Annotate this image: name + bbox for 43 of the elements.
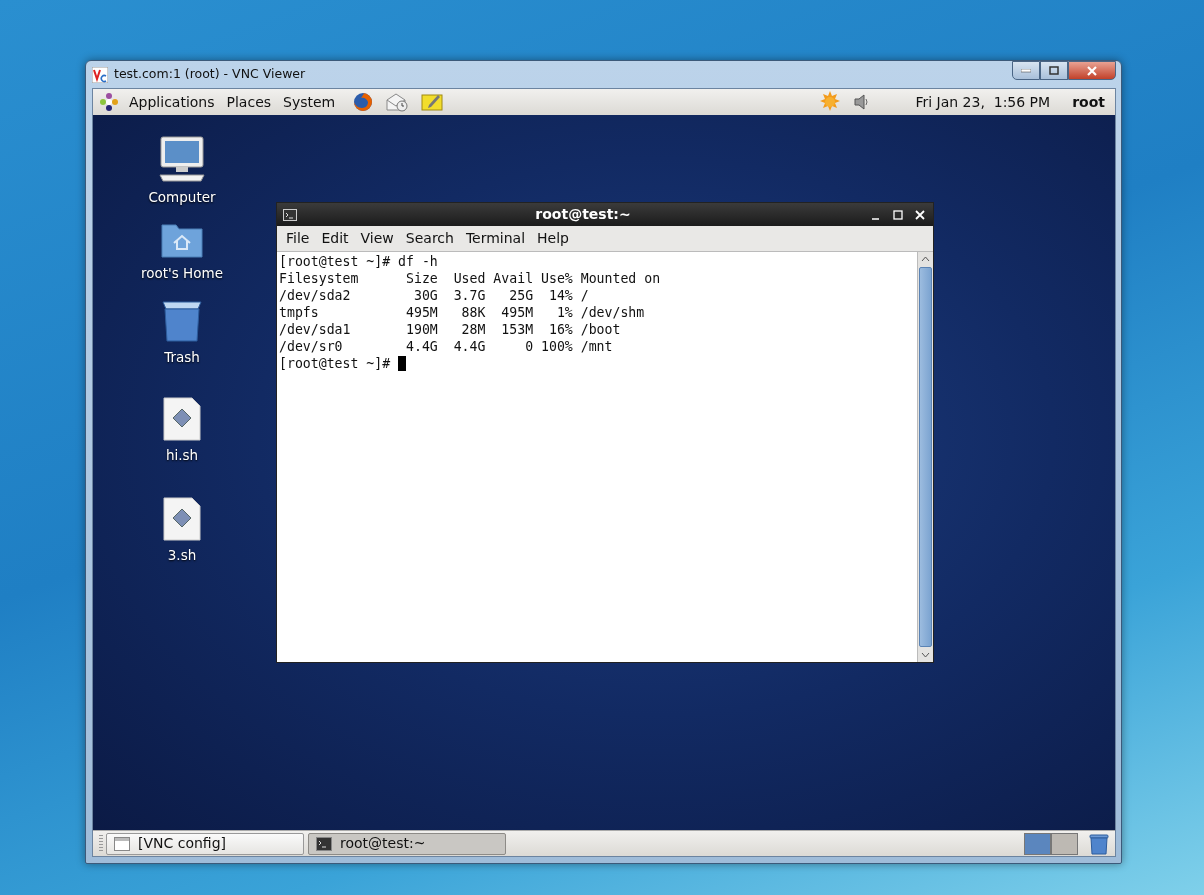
- menu-item[interactable]: View: [354, 228, 400, 249]
- panel-menu[interactable]: System: [277, 91, 342, 113]
- icon-label[interactable]: hi.sh: [165, 445, 199, 466]
- user-name[interactable]: root: [1072, 91, 1105, 113]
- menu-item[interactable]: Edit: [315, 228, 355, 249]
- icon-label[interactable]: root's Home: [141, 263, 223, 284]
- panel-menu[interactable]: Places: [220, 91, 278, 113]
- menu-item[interactable]: File: [280, 228, 316, 249]
- menu-item[interactable]: Terminal: [459, 228, 532, 249]
- window-title: test.com:1 (root) - VNC Viewer: [114, 65, 306, 84]
- close-button[interactable]: [913, 207, 927, 222]
- menu-item[interactable]: Help: [531, 228, 575, 249]
- terminal-icon: [316, 836, 332, 851]
- vnc-logo-icon: [92, 66, 108, 83]
- firefox-icon[interactable]: [353, 92, 374, 112]
- script-file-icon: [163, 397, 201, 441]
- close-icon: [1087, 65, 1097, 76]
- panel-menu[interactable]: Applications: [123, 91, 221, 113]
- flower-logo-icon: [99, 92, 119, 112]
- workspace-button[interactable]: [1024, 832, 1051, 855]
- icon-label[interactable]: Computer: [148, 187, 216, 208]
- taskbar-button[interactable]: [VNC config]: [106, 832, 304, 855]
- trash-icon[interactable]: [1089, 832, 1109, 855]
- icon-label[interactable]: Trash: [164, 347, 200, 368]
- maximize-button[interactable]: [891, 207, 905, 222]
- clock[interactable]: Fri Jan 23, 1:56 PM: [915, 91, 1051, 113]
- maximize-icon: [1049, 66, 1059, 75]
- workspace-button[interactable]: [1051, 832, 1078, 855]
- trash-icon: [160, 299, 204, 343]
- terminal-icon: [283, 208, 297, 221]
- menu-item[interactable]: Search: [399, 228, 460, 249]
- minimize-button[interactable]: [1012, 61, 1040, 80]
- minimize-icon: [1021, 68, 1031, 73]
- terminal-output: [root@test ~]# df -h Filesystem Size Used Avail Use% Mounted on /dev/sda2 30G 3.7G 25G 14% / tmpfs 495M 88K 495M 1% /dev/shm /dev/sda1 190M 28M 153M 16% /boot /dev/sr0 4.4G 4.4G 0 100% /mnt [root@test ~]#: [278, 253, 662, 373]
- maximize-button[interactable]: [1040, 61, 1068, 80]
- script-file-icon: [163, 497, 201, 541]
- terminal-title: root@test:~: [534, 205, 632, 224]
- icon-label[interactable]: 3.sh: [167, 545, 197, 566]
- taskbar-button[interactable]: root@test:~: [308, 832, 506, 855]
- mail-clock-icon[interactable]: [385, 92, 410, 112]
- window-icon: [114, 836, 130, 851]
- notes-icon[interactable]: [421, 92, 444, 112]
- computer-icon: [158, 135, 206, 183]
